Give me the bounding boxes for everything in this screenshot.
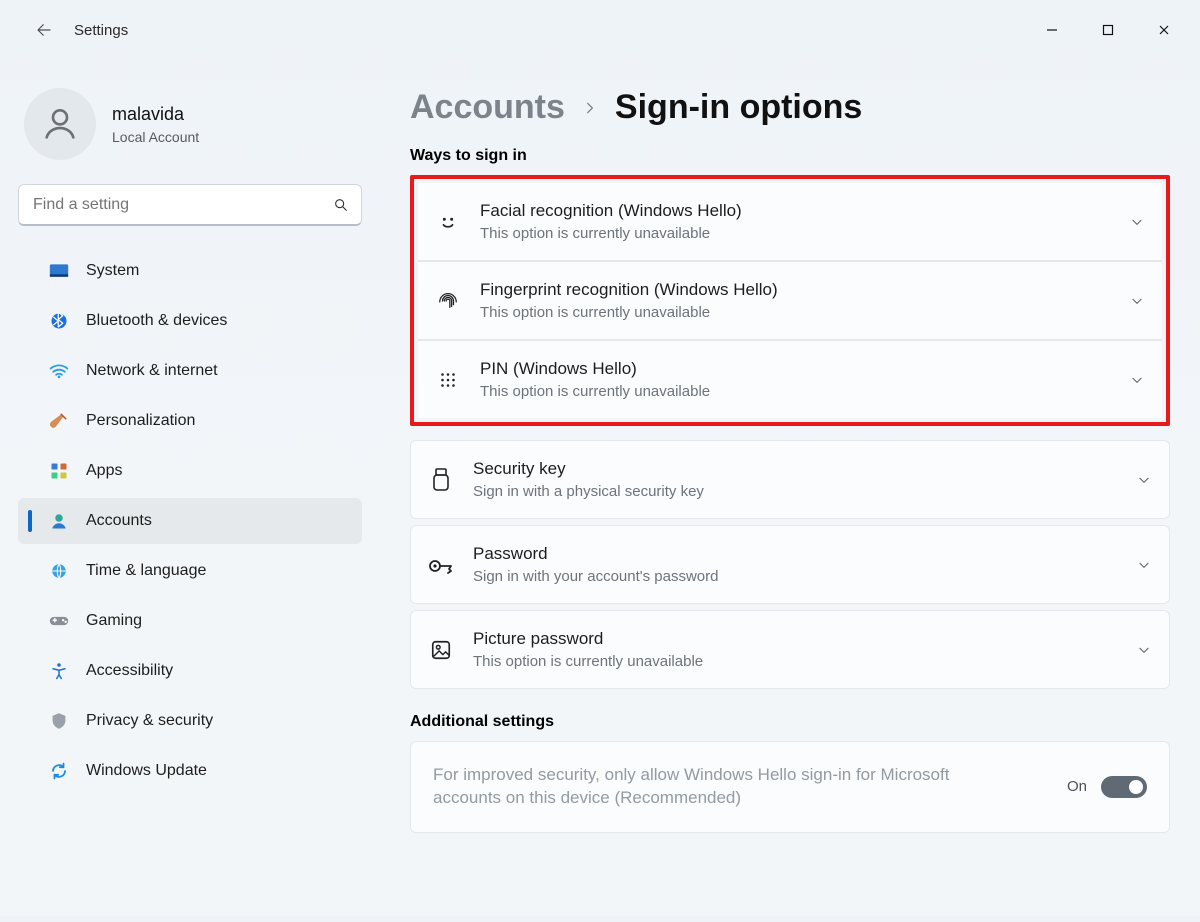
bluetooth-icon [48,312,70,330]
section-title-additional: Additional settings [410,713,1170,731]
breadcrumb: Accounts Sign-in options [410,88,1170,127]
option-title: Facial recognition (Windows Hello) [480,201,742,221]
accessibility-icon [48,662,70,680]
window-title: Settings [74,22,128,39]
nav-item-label: Gaming [86,612,350,630]
option-title: Fingerprint recognition (Windows Hello) [480,280,778,300]
avatar [24,88,96,160]
nav-item-label: Bluetooth & devices [86,312,350,330]
nav-item-label: Privacy & security [86,712,350,730]
update-icon [48,762,70,780]
hello-only-toggle[interactable] [1101,776,1147,798]
security-key-icon [427,468,455,492]
toggle-knob [1129,780,1143,794]
chevron-down-icon [1137,473,1151,487]
nav-item-label: Personalization [86,412,350,430]
nav-item-accessibility[interactable]: Accessibility [18,648,362,694]
toggle-state-label: On [1067,778,1087,795]
option-subtitle: This option is currently unavailable [480,304,778,321]
nav-item-privacy-security[interactable]: Privacy & security [18,698,362,744]
minimize-icon [1046,24,1058,36]
close-icon [1158,24,1170,36]
password-icon [427,554,455,576]
option-title: Picture password [473,629,703,649]
back-button[interactable] [28,14,60,46]
nav-item-gaming[interactable]: Gaming [18,598,362,644]
additional-description: For improved security, only allow Window… [433,764,973,810]
nav-item-apps[interactable]: Apps [18,448,362,494]
shield-icon [48,712,70,730]
search-box[interactable] [18,184,362,226]
breadcrumb-current: Sign-in options [615,88,862,127]
brush-icon [48,412,70,430]
option-pin[interactable]: PIN (Windows Hello) This option is curre… [418,340,1162,418]
chevron-down-icon [1130,294,1144,308]
nav-item-label: Time & language [86,562,350,580]
chevron-down-icon [1130,215,1144,229]
nav-list: System Bluetooth & devices Network & int… [18,248,362,794]
option-title: PIN (Windows Hello) [480,359,710,379]
breadcrumb-parent[interactable]: Accounts [410,88,565,127]
profile-name: malavida [112,104,199,125]
search-input[interactable] [33,196,333,214]
profile-text: malavida Local Account [112,104,199,145]
globe-icon [48,562,70,580]
nav-item-windows-update[interactable]: Windows Update [18,748,362,794]
nav-item-network[interactable]: Network & internet [18,348,362,394]
option-subtitle: This option is currently unavailable [480,225,742,242]
gamepad-icon [48,614,70,628]
chevron-down-icon [1137,643,1151,657]
chevron-down-icon [1137,558,1151,572]
profile-card[interactable]: malavida Local Account [18,76,362,178]
monitor-icon [48,263,70,279]
option-subtitle: Sign in with your account's password [473,568,719,585]
sidebar: malavida Local Account System [0,58,380,922]
nav-item-bluetooth-devices[interactable]: Bluetooth & devices [18,298,362,344]
option-facial-recognition[interactable]: Facial recognition (Windows Hello) This … [418,183,1162,261]
search-icon [333,197,349,213]
option-subtitle: This option is currently unavailable [473,653,703,670]
nav-item-label: Windows Update [86,762,350,780]
pin-icon [434,369,462,391]
maximize-button[interactable] [1080,10,1136,50]
user-color-icon [48,512,70,530]
section-title-ways: Ways to sign in [410,147,1170,165]
nav-item-label: Accessibility [86,662,350,680]
main-content: Accounts Sign-in options Ways to sign in… [380,58,1200,922]
nav-item-system[interactable]: System [18,248,362,294]
maximize-icon [1102,24,1114,36]
option-title: Password [473,544,719,564]
nav-item-label: Network & internet [86,362,350,380]
chevron-down-icon [1130,373,1144,387]
option-security-key[interactable]: Security key Sign in with a physical sec… [410,440,1170,519]
additional-hello-only: For improved security, only allow Window… [410,741,1170,833]
option-title: Security key [473,459,704,479]
annotation-highlight: Facial recognition (Windows Hello) This … [410,175,1170,426]
apps-icon [48,462,70,480]
chevron-right-icon [583,101,597,115]
titlebar: Settings [0,0,1200,58]
option-picture-password[interactable]: Picture password This option is currentl… [410,610,1170,689]
close-button[interactable] [1136,10,1192,50]
option-password[interactable]: Password Sign in with your account's pas… [410,525,1170,604]
user-icon [40,104,80,144]
nav-item-label: Accounts [86,512,350,530]
window-controls [1024,10,1192,50]
face-icon [434,211,462,233]
profile-type: Local Account [112,129,199,145]
nav-item-label: Apps [86,462,350,480]
nav-item-accounts[interactable]: Accounts [18,498,362,544]
picture-icon [427,639,455,661]
nav-item-label: System [86,262,350,280]
fingerprint-icon [434,290,462,312]
option-fingerprint-recognition[interactable]: Fingerprint recognition (Windows Hello) … [418,261,1162,340]
nav-item-time-language[interactable]: Time & language [18,548,362,594]
arrow-left-icon [35,21,53,39]
wifi-icon [48,363,70,379]
minimize-button[interactable] [1024,10,1080,50]
option-subtitle: This option is currently unavailable [480,383,710,400]
option-subtitle: Sign in with a physical security key [473,483,704,500]
nav-item-personalization[interactable]: Personalization [18,398,362,444]
